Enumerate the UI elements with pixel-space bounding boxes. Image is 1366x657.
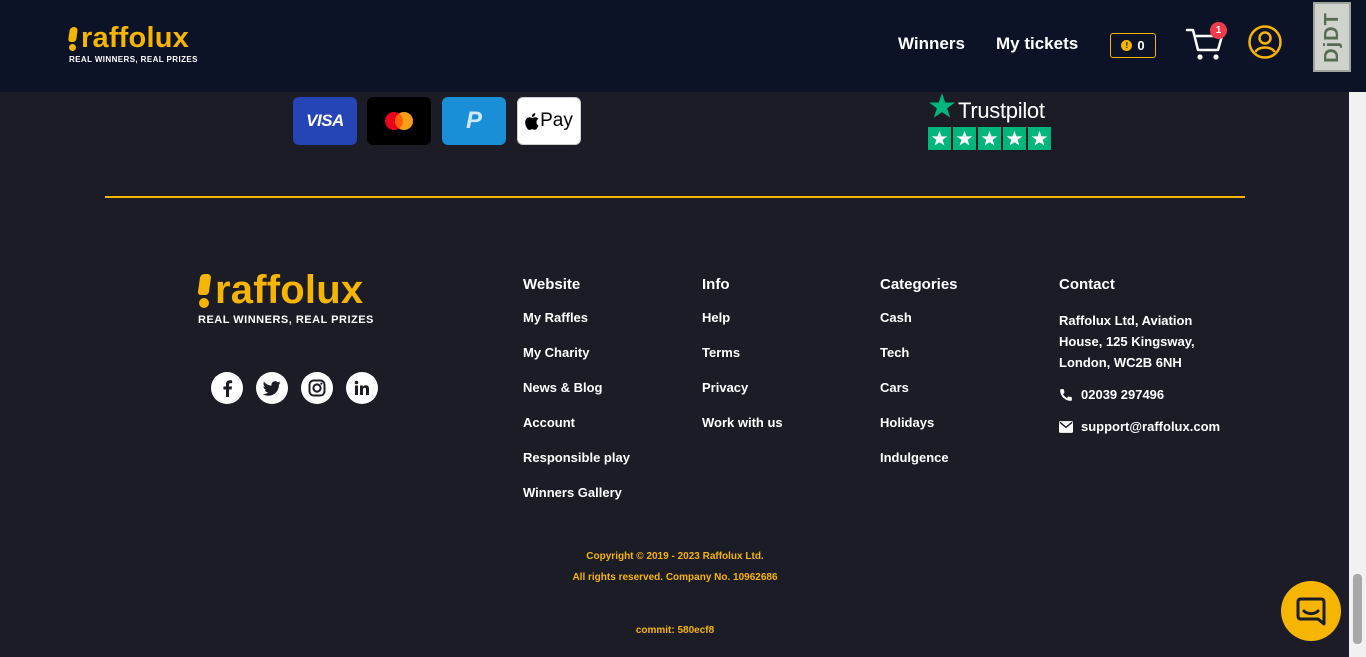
footer-link-my-charity[interactable]: My Charity: [523, 345, 630, 380]
profile-icon[interactable]: [1248, 25, 1282, 59]
trustpilot-widget[interactable]: Trustpilot: [928, 92, 1058, 152]
coin-icon: !: [1121, 40, 1133, 51]
contact-email-link[interactable]: support@raffolux.com: [1059, 419, 1220, 434]
chat-button[interactable]: [1281, 581, 1341, 641]
footer-divider: [105, 196, 1245, 198]
rating-star-icon: [953, 127, 976, 150]
rating-star-icon: [978, 127, 1001, 150]
debug-toolbar-label: DjDT: [1320, 11, 1343, 63]
footer-logo-wordmark: raffolux: [197, 268, 397, 312]
footer-logo-text: raffolux: [215, 268, 364, 312]
footer-link-privacy[interactable]: Privacy: [702, 380, 783, 415]
footer-link-cars[interactable]: Cars: [880, 380, 958, 415]
scrollbar-thumb[interactable]: [1353, 574, 1362, 644]
logo-exclamation-icon: [197, 272, 212, 308]
footer-logo[interactable]: raffolux REAL WINNERS, REAL PRIZES: [197, 268, 397, 326]
rating-star-icon: [928, 127, 951, 150]
footer-column-categories: Categories Cash Tech Cars Holidays Indul…: [880, 276, 958, 485]
contact-phone: 02039 297496: [1081, 387, 1165, 402]
column-title: Categories: [880, 276, 958, 293]
footer-link-news-blog[interactable]: News & Blog: [523, 380, 630, 415]
coin-balance-button[interactable]: ! 0: [1110, 33, 1156, 58]
contact-email: support@raffolux.com: [1081, 419, 1221, 434]
paypal-label: P: [465, 107, 482, 134]
column-title: Website: [523, 276, 581, 293]
footer-column-website: Website My Raffles My Charity News & Blo…: [523, 276, 630, 520]
logo-wordmark: raffolux: [67, 22, 208, 54]
apple-pay-label: Pay: [540, 110, 573, 131]
contact-address: Raffolux Ltd, Aviation House, 125 Kingsw…: [1059, 313, 1195, 370]
commit-hash: commit: 580ecf8: [635, 625, 715, 636]
footer-link-holidays[interactable]: Holidays: [880, 415, 958, 450]
header-logo[interactable]: raffolux REAL WINNERS, REAL PRIZES: [67, 22, 208, 64]
footer-logo-tagline: REAL WINNERS, REAL PRIZES: [198, 314, 374, 326]
rating-star-icon: [1003, 127, 1026, 150]
logo-tagline: REAL WINNERS, REAL PRIZES: [69, 55, 198, 64]
social-links: [211, 372, 378, 404]
mail-icon: [1059, 420, 1073, 433]
instagram-icon[interactable]: [301, 372, 333, 404]
facebook-icon[interactable]: [211, 372, 243, 404]
logo-exclamation-icon: [67, 25, 79, 51]
debug-toolbar-handle[interactable]: DjDT: [1313, 2, 1351, 72]
footer-link-tech[interactable]: Tech: [880, 345, 958, 380]
apple-logo-icon: [525, 112, 539, 130]
logo-text: raffolux: [81, 22, 189, 54]
coin-count: 0: [1137, 38, 1145, 53]
twitter-icon[interactable]: [256, 372, 288, 404]
page-scrollbar[interactable]: [1349, 92, 1366, 657]
visa-card-icon: VISA: [293, 97, 357, 145]
footer-link-indulgence[interactable]: Indulgence: [880, 450, 958, 485]
footer-link-account[interactable]: Account: [523, 415, 630, 450]
rating-star-icon: [1028, 127, 1051, 150]
site-header: raffolux REAL WINNERS, REAL PRIZES Winne…: [0, 0, 1366, 92]
linkedin-icon[interactable]: [346, 372, 378, 404]
trustpilot-star-icon: [929, 93, 955, 118]
footer-column-info: Info Help Terms Privacy Work with us: [702, 276, 783, 450]
trustpilot-rating: [928, 127, 1051, 150]
chat-bubble-icon: [1296, 597, 1326, 626]
trustpilot-name: Trustpilot: [958, 98, 1045, 123]
nav-winners[interactable]: Winners: [898, 34, 965, 54]
mastercard-logo-icon: [385, 112, 413, 130]
column-title: Contact: [1059, 276, 1115, 293]
paypal-icon: P: [442, 97, 506, 145]
column-title: Info: [702, 276, 730, 293]
phone-icon: [1060, 388, 1072, 401]
apple-pay-icon: Pay: [517, 97, 581, 145]
footer-link-help[interactable]: Help: [702, 310, 783, 345]
footer-link-cash[interactable]: Cash: [880, 310, 958, 345]
footer-link-responsible-play[interactable]: Responsible play: [523, 450, 630, 485]
footer-link-work-with-us[interactable]: Work with us: [702, 415, 783, 450]
visa-label: VISA: [306, 111, 344, 130]
footer-link-my-raffles[interactable]: My Raffles: [523, 310, 630, 345]
contact-phone-link[interactable]: 02039 297496: [1059, 387, 1220, 402]
cart-count-badge: 1: [1210, 22, 1227, 39]
footer-column-contact: Contact Raffolux Ltd, Aviation House, 12…: [1059, 276, 1220, 434]
company-number-line: All rights reserved. Company No. 1096268…: [572, 572, 778, 583]
copyright-line: Copyright © 2019 - 2023 Raffolux Ltd.: [586, 551, 764, 562]
footer-link-terms[interactable]: Terms: [702, 345, 783, 380]
mastercard-icon: [367, 97, 431, 145]
footer-link-winners-gallery[interactable]: Winners Gallery: [523, 485, 630, 520]
nav-my-tickets[interactable]: My tickets: [996, 34, 1078, 54]
